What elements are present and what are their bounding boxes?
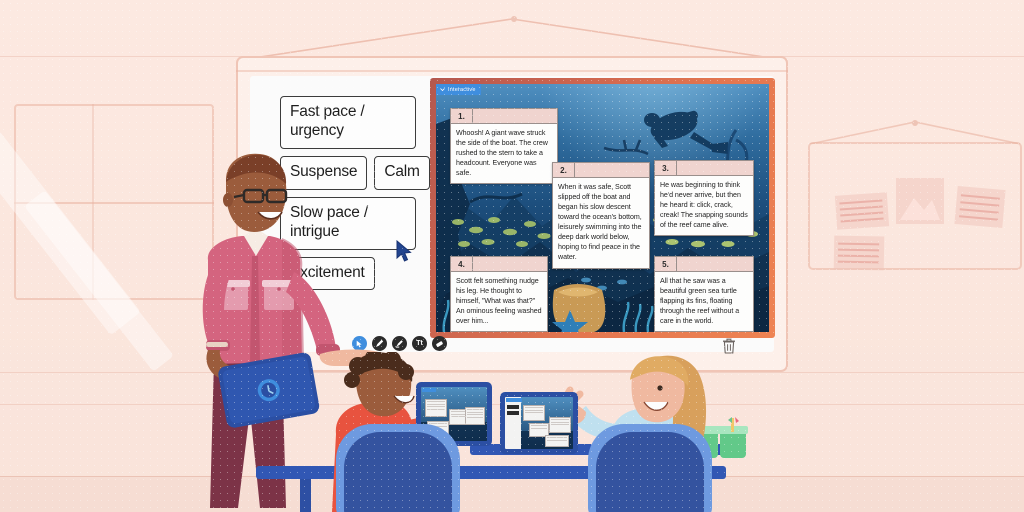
- chair-right-back: [596, 432, 704, 512]
- card-title-bar: [677, 161, 753, 175]
- slide-canvas: 1. Whoosh! A giant wave struck the side …: [436, 84, 769, 332]
- marker-icon: [395, 340, 403, 348]
- card-number: 5.: [655, 257, 677, 271]
- story-card[interactable]: 5. All that he saw was a beautiful green…: [654, 256, 754, 332]
- student-right-tablet[interactable]: [500, 392, 578, 454]
- card-text: When it was safe, Scott slipped off the …: [558, 183, 642, 262]
- card-title-bar: [575, 163, 649, 177]
- whiteboard-lip: [236, 70, 788, 72]
- pinned-artwork: [896, 178, 944, 224]
- chevron-down-icon: [440, 88, 445, 92]
- mini-story-card: [523, 405, 545, 421]
- wall-nail: [511, 16, 517, 22]
- mini-story-card: [465, 407, 485, 425]
- pinboard: [808, 142, 1022, 271]
- card-header: 2.: [553, 163, 649, 178]
- mini-story-card: [545, 435, 569, 447]
- desk-leg: [300, 479, 311, 512]
- card-header: 5.: [655, 257, 753, 272]
- card-text: All that he saw was a beautiful green se…: [660, 277, 740, 326]
- card-title-bar: [473, 257, 547, 271]
- story-card[interactable]: 4. Scott felt something nudge his leg. H…: [450, 256, 548, 332]
- card-number: 1.: [451, 109, 473, 123]
- card-text: He was beginning to think he'd never arr…: [660, 181, 748, 230]
- story-card[interactable]: 3. He was beginning to think he'd never …: [654, 160, 754, 237]
- card-title-bar: [677, 257, 753, 271]
- card-header: 4.: [451, 257, 547, 272]
- text-tool-label: Tt: [416, 340, 423, 347]
- card-header: 3.: [655, 161, 753, 176]
- card-text: Whoosh! A giant wave struck the side of …: [456, 129, 548, 178]
- card-text: Scott felt something nudge his leg. He t…: [456, 277, 542, 326]
- chair-left-back: [344, 432, 452, 512]
- eraser-tool[interactable]: [432, 336, 447, 351]
- badge-label: Interactive: [448, 86, 476, 93]
- mini-story-card: [549, 417, 571, 433]
- pinboard-wire: [809, 120, 1021, 144]
- card-number: 4.: [451, 257, 473, 271]
- classroom-illustration: Fast pace / urgency Suspense Calm Slow p…: [0, 0, 1024, 512]
- whiteboard-wire: [239, 18, 785, 60]
- interactive-badge[interactable]: Interactive: [436, 84, 481, 95]
- eraser-icon: [436, 341, 443, 347]
- arrow-cursor[interactable]: [396, 240, 413, 262]
- mini-story-card: [425, 399, 447, 417]
- card-number: 3.: [655, 161, 677, 175]
- pinned-paper: [834, 192, 890, 230]
- card-header: 1.: [451, 109, 557, 124]
- pinned-paper: [833, 235, 885, 271]
- pinned-paper: [954, 185, 1006, 229]
- story-card[interactable]: 2. When it was safe, Scott slipped off t…: [552, 162, 650, 269]
- presentation-slide[interactable]: 1. Whoosh! A giant wave struck the side …: [430, 78, 775, 338]
- card-title-bar: [473, 109, 557, 123]
- chip-fast-pace[interactable]: Fast pace / urgency: [280, 96, 416, 149]
- tablet-screen: [505, 397, 573, 449]
- story-card[interactable]: 1. Whoosh! A giant wave struck the side …: [450, 108, 558, 185]
- card-number: 2.: [553, 163, 575, 177]
- text-tool[interactable]: Tt: [412, 336, 427, 351]
